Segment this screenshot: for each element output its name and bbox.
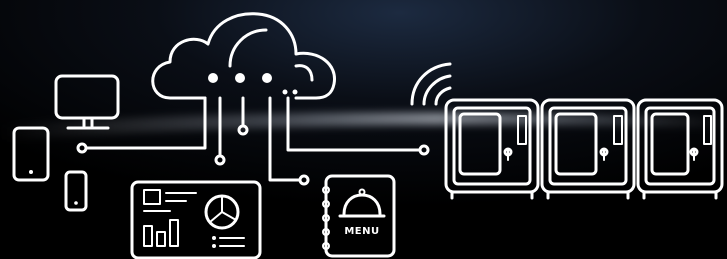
menu-label: MENU [344,226,379,237]
iot-kitchen-illustration: MENU [0,0,727,259]
illustration-canvas: MENU [0,0,727,259]
